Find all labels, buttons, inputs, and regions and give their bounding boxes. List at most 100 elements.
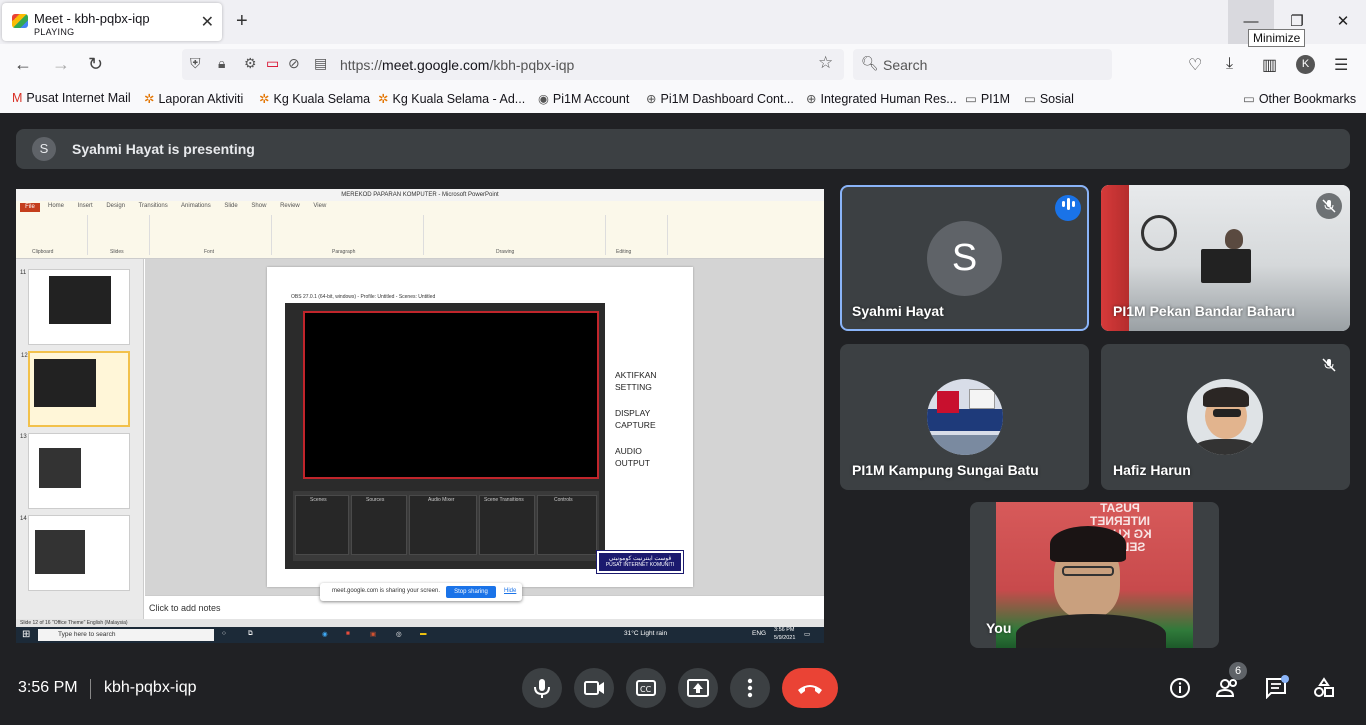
back-icon[interactable]: ← bbox=[14, 54, 32, 75]
hide-link[interactable]: Hide bbox=[504, 588, 516, 594]
ribbon-group: Drawing bbox=[426, 215, 606, 255]
reader-icon[interactable]: ▤ bbox=[314, 55, 327, 72]
bookmark-item[interactable]: ⊕ Pi1M Dashboard Cont... bbox=[646, 91, 794, 106]
bookmark-item[interactable]: ✲ Kg Kuala Selama bbox=[259, 91, 370, 106]
taskbar-date: 5/9/2021 bbox=[774, 635, 796, 641]
bookmark-folder[interactable]: ▭ Sosial bbox=[1024, 91, 1074, 106]
participant-avatar bbox=[927, 379, 1003, 455]
activities-button[interactable] bbox=[1313, 677, 1335, 704]
ribbon-group: Font bbox=[152, 215, 272, 255]
self-video: PUSATINTERNETKG KUALASELAMA bbox=[996, 502, 1193, 648]
current-slide: OBS 27.0.1 (64-bit, windows) - Profile: … bbox=[267, 267, 693, 587]
ribbon-group: Clipboard bbox=[18, 215, 88, 255]
leave-call-button[interactable] bbox=[782, 668, 838, 708]
url-bar[interactable]: ⛨ 🔒︎ ⚙ ▭ ⊘ ▤ https://meet.google.com/kbh… bbox=[182, 49, 844, 80]
bookmark-star-icon[interactable]: ☆ bbox=[818, 53, 833, 73]
bookmark-item[interactable]: ✲ Laporan Aktiviti bbox=[144, 91, 243, 106]
camera-button[interactable] bbox=[574, 668, 614, 708]
presenter-avatar: S bbox=[32, 137, 56, 161]
meet-control-bar: 3:56 PM kbh-pqbx-iqp CC 6 bbox=[0, 648, 1366, 725]
meet-favicon-icon bbox=[12, 14, 28, 28]
tile-you[interactable]: PUSATINTERNETKG KUALASELAMA You bbox=[970, 502, 1219, 648]
search-bar[interactable]: 🔍︎ Search bbox=[853, 49, 1112, 80]
more-options-button[interactable] bbox=[730, 668, 770, 708]
library-icon[interactable]: ▥ bbox=[1262, 55, 1277, 75]
globe-icon: ⊕ bbox=[806, 92, 817, 106]
tab-close-icon[interactable]: ✕ bbox=[201, 12, 214, 32]
close-window-button[interactable]: ✕ bbox=[1320, 0, 1366, 44]
obs-dock: Scenes bbox=[295, 495, 349, 555]
shield-icon[interactable]: ⛨ bbox=[190, 55, 201, 72]
new-message-dot bbox=[1281, 675, 1289, 683]
present-screen-icon bbox=[687, 679, 709, 697]
bookmark-item[interactable]: ⊕ Integrated Human Res... bbox=[806, 91, 957, 106]
participant-name: You bbox=[986, 620, 1012, 636]
mic-blocked-icon[interactable]: ⊘ bbox=[288, 55, 300, 72]
camera-sharing-icon[interactable]: ▭ bbox=[266, 55, 279, 72]
mic-button[interactable] bbox=[522, 668, 562, 708]
meeting-code: kbh-pqbx-iqp bbox=[104, 679, 197, 696]
tab-strip: Meet - kbh-pqbx-iqp PLAYING ✕ + — ❐ ✕ Mi… bbox=[0, 0, 1366, 47]
lock-icon[interactable]: 🔒︎ bbox=[218, 55, 225, 72]
slide-text-display: DISPLAY CAPTURE bbox=[615, 408, 656, 430]
windows-start-icon: ⊞ bbox=[22, 629, 31, 640]
bookmark-item[interactable]: ◉ Pi1M Account bbox=[538, 91, 629, 106]
person bbox=[1225, 229, 1243, 249]
permissions-icon[interactable]: ⚙ bbox=[244, 55, 257, 72]
powerpoint-status-bar: Slide 12 of 16 "Office Theme" English (M… bbox=[16, 619, 824, 627]
stop-sharing-button[interactable]: Stop sharing bbox=[446, 586, 496, 598]
downloads-icon[interactable]: ⤓ bbox=[1226, 55, 1233, 73]
pocket-icon[interactable]: ♡ bbox=[1188, 55, 1202, 75]
powerpoint-ribbon: File Home Insert Design Transitions Anim… bbox=[16, 201, 824, 259]
people-button[interactable] bbox=[1215, 677, 1240, 704]
site-icon: ◉ bbox=[538, 92, 549, 106]
minimize-tooltip: Minimize bbox=[1248, 29, 1306, 47]
captions-button[interactable]: CC bbox=[626, 668, 666, 708]
speaking-indicator-icon bbox=[1055, 195, 1081, 221]
captions-icon: CC bbox=[636, 680, 656, 696]
file-tab: File bbox=[20, 203, 40, 212]
other-bookmarks-folder[interactable]: ▭ Other Bookmarks bbox=[1243, 91, 1356, 106]
camera-icon bbox=[584, 681, 604, 695]
info-icon bbox=[1170, 678, 1190, 698]
slide-thumbnail: 11 bbox=[20, 269, 130, 345]
tile-hafiz-harun[interactable]: Hafiz Harun bbox=[1101, 344, 1350, 490]
tile-syahmi-hayat[interactable]: S Syahmi Hayat bbox=[840, 185, 1089, 331]
bookmark-folder[interactable]: ▭ PI1M bbox=[965, 91, 1010, 106]
activities-icon bbox=[1314, 677, 1334, 697]
tile-pi1m-kampung-sungai-batu[interactable]: PI1M Kampung Sungai Batu bbox=[840, 344, 1089, 490]
folder-icon: ▭ bbox=[1024, 92, 1036, 106]
powerpoint-icon: ▣ bbox=[370, 631, 377, 638]
people-icon bbox=[1215, 679, 1237, 697]
menu-icon[interactable]: ☰ bbox=[1334, 55, 1348, 75]
reload-icon[interactable]: ↻ bbox=[88, 54, 103, 75]
url-text[interactable]: https://meet.google.com/kbh-pqbx-iqp bbox=[340, 57, 574, 73]
tab-meet[interactable]: Meet - kbh-pqbx-iqp PLAYING ✕ bbox=[2, 3, 222, 41]
browser-chrome: Meet - kbh-pqbx-iqp PLAYING ✕ + — ❐ ✕ Mi… bbox=[0, 0, 1366, 113]
office-icon: ■ bbox=[346, 630, 350, 637]
tile-pi1m-pekan-bandar-baharu[interactable]: PI1M Pekan Bandar Baharu bbox=[1101, 185, 1350, 331]
notification-icon: ▭ bbox=[804, 631, 811, 638]
new-tab-icon[interactable]: + bbox=[236, 10, 248, 33]
sharing-text: meet.google.com is sharing your screen. bbox=[332, 588, 441, 594]
bookmark-item[interactable]: M Pusat Internet Mail bbox=[12, 91, 131, 105]
divider bbox=[90, 679, 91, 699]
muted-mic-icon bbox=[1316, 352, 1342, 378]
participant-name: Syahmi Hayat bbox=[852, 303, 944, 319]
meeting-details-button[interactable] bbox=[1169, 677, 1191, 704]
obs-docks: Scenes Sources Audio Mixer Scene Transit… bbox=[293, 491, 599, 561]
bookmark-item[interactable]: ✲ Kg Kuala Selama - Ad... bbox=[378, 91, 525, 106]
slide-canvas: OBS 27.0.1 (64-bit, windows) - Profile: … bbox=[145, 259, 824, 595]
slide-text-audio: AUDIO OUTPUT bbox=[615, 446, 650, 468]
taskbar-search: Type here to search bbox=[38, 629, 214, 641]
meet-stage: S Syahmi Hayat is presenting MEREKOD PAP… bbox=[0, 113, 1366, 725]
tab-title: Meet - kbh-pqbx-iqp bbox=[34, 11, 150, 26]
forward-icon[interactable]: → bbox=[52, 54, 70, 75]
slide-thumbnail: 14 bbox=[20, 515, 130, 591]
search-input[interactable]: Search bbox=[883, 57, 927, 73]
account-avatar[interactable]: K bbox=[1296, 55, 1315, 74]
shared-screen[interactable]: MEREKOD PAPARAN KOMPUTER - Microsoft Pow… bbox=[16, 189, 824, 643]
present-button[interactable] bbox=[678, 668, 718, 708]
tab-playing-label: PLAYING bbox=[34, 27, 75, 37]
lang-text: ENG bbox=[752, 630, 767, 637]
